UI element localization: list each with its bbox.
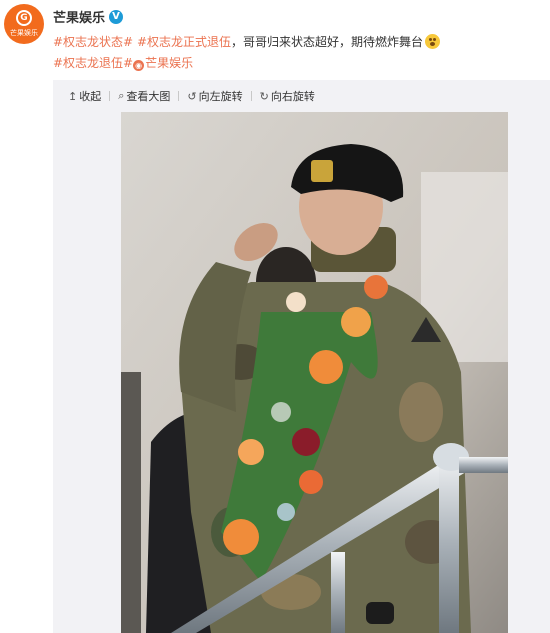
collapse-label: 收起 — [79, 90, 102, 103]
account-link-label: 芒果娱乐 — [145, 56, 194, 70]
media-viewer: ↥ 收起 ⌕ 查看大图 ↺ 向左旋转 ↻ 向右旋转 — [53, 80, 550, 633]
post-photo[interactable] — [121, 112, 508, 633]
view-large-button[interactable]: ⌕ 查看大图 — [118, 88, 170, 104]
hashtag-link[interactable]: #权志龙状态# — [53, 35, 133, 49]
awkward-smile-emoji-icon — [425, 34, 441, 49]
account-avatar[interactable]: G 芒果娱乐 — [4, 4, 44, 44]
view-large-label: 查看大图 — [126, 90, 171, 103]
media-toolbar: ↥ 收起 ⌕ 查看大图 ↺ 向左旋转 ↻ 向右旋转 — [68, 88, 315, 104]
account-link[interactable]: ◉ 芒果娱乐 — [133, 56, 194, 71]
link-icon: ◉ — [133, 60, 145, 71]
rotate-right-button[interactable]: ↻ 向右旋转 — [260, 88, 315, 104]
post-body-text: ，哥哥归来状态超好，期待燃炸舞台 — [231, 35, 424, 49]
rotate-left-label: 向左旋转 — [198, 90, 243, 103]
rotate-right-icon: ↻ — [259, 89, 269, 103]
rotate-right-label: 向右旋转 — [270, 90, 315, 103]
rotate-left-icon: ↺ — [187, 89, 197, 103]
toolbar-divider — [178, 91, 180, 101]
mango-logo-icon: G — [16, 10, 32, 26]
username-row: 芒果娱乐 V — [53, 7, 124, 26]
magnifier-icon: ⌕ — [118, 89, 125, 102]
avatar-label: 芒果娱乐 — [10, 29, 38, 37]
hashtag-link[interactable]: #权志龙退伍# — [53, 56, 133, 70]
toolbar-divider — [250, 91, 252, 101]
collapse-button[interactable]: ↥ 收起 — [68, 88, 101, 104]
photo-illustration — [121, 112, 508, 633]
hashtag-link[interactable]: #权志龙正式退伍 — [137, 35, 231, 49]
verified-badge-icon: V — [109, 9, 124, 24]
username-link[interactable]: 芒果娱乐 — [53, 7, 105, 26]
post-text-line1: #权志龙状态# #权志龙正式退伍，哥哥归来状态超好，期待燃炸舞台 — [53, 33, 441, 50]
post-text-line2: #权志龙退伍# ◉ 芒果娱乐 — [53, 54, 193, 71]
rotate-left-button[interactable]: ↺ 向左旋转 — [187, 88, 242, 104]
toolbar-divider — [109, 91, 111, 101]
arrow-up-icon: ↥ — [68, 89, 78, 103]
